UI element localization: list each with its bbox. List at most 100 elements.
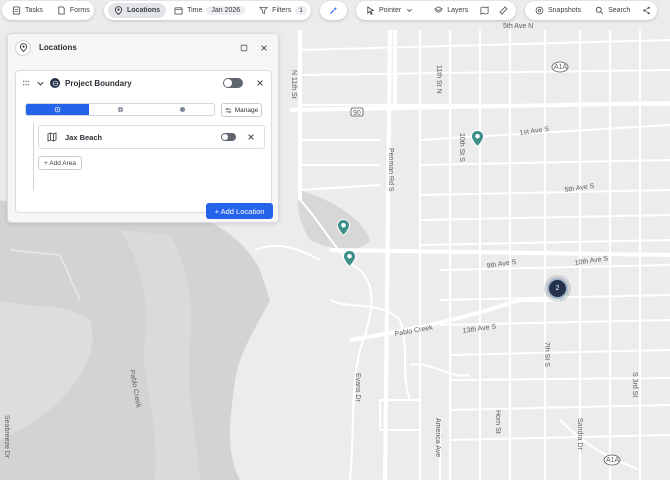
- time-label: Time: [187, 7, 203, 14]
- close-icon: [261, 44, 267, 51]
- location-icon: [15, 39, 31, 56]
- manage-button[interactable]: Manage: [221, 103, 262, 117]
- toolbar-group-work: Tasks Forms: [2, 1, 94, 20]
- remove-boundary-button[interactable]: [255, 78, 265, 88]
- sparkle-wand-icon: [329, 6, 338, 15]
- locations-panel: Locations Project Boundary Manage Jax Be…: [7, 33, 279, 223]
- tasks-label: Tasks: [25, 7, 43, 14]
- document-icon: [58, 6, 65, 15]
- collapse-panel-button[interactable]: [237, 41, 251, 55]
- area-title: Jax Beach: [65, 132, 103, 142]
- time-value[interactable]: Jan 2026: [206, 6, 246, 15]
- segment-dot[interactable]: [151, 104, 214, 115]
- sliders-icon: [225, 107, 232, 113]
- filters-label: Filters: [272, 7, 292, 14]
- search-icon: [595, 6, 604, 15]
- locations-button[interactable]: Locations: [108, 3, 167, 18]
- close-icon: [257, 80, 263, 86]
- street-label: Horn St: [494, 410, 501, 434]
- cluster-count: 2: [555, 285, 560, 292]
- layers-button[interactable]: Layers: [428, 3, 474, 18]
- checklist-icon: [12, 6, 21, 15]
- measure-button[interactable]: [495, 3, 512, 18]
- map-icon: [47, 132, 57, 142]
- add-location-label: + Add Location: [214, 206, 265, 216]
- street-label: 7th St S: [543, 342, 550, 367]
- area-visibility-toggle[interactable]: [221, 133, 236, 141]
- street-label: Seabreeze Dr: [3, 415, 10, 459]
- snapshots-label: Snapshots: [548, 7, 582, 14]
- geometry-type-segmented-control: [25, 103, 215, 116]
- marker-cluster[interactable]: 2: [547, 278, 568, 299]
- chevron-down-icon[interactable]: [36, 79, 45, 88]
- top-toolbar: Tasks Forms Locations Time Jan 2026 Filt…: [0, 0, 670, 22]
- globe-icon: [50, 78, 60, 88]
- grid-globe-icon: [117, 106, 123, 113]
- street-label: Evans Dr: [354, 373, 361, 402]
- drag-handle-icon[interactable]: [22, 79, 30, 87]
- location-pin-icon[interactable]: [471, 130, 484, 147]
- locations-label: Locations: [127, 7, 161, 14]
- street-label: N 11th St: [290, 70, 297, 99]
- segment-zone[interactable]: [89, 104, 152, 115]
- location-pin-icon[interactable]: [343, 250, 356, 267]
- forms-label: Forms: [69, 7, 90, 14]
- add-location-button[interactable]: + Add Location: [206, 203, 273, 219]
- filter-icon: [259, 6, 269, 15]
- layers-icon: [434, 6, 444, 13]
- close-icon: [248, 134, 254, 140]
- forms-button[interactable]: Forms: [51, 3, 96, 18]
- remove-area-button[interactable]: [246, 132, 256, 142]
- calendar-icon: [174, 7, 183, 15]
- toolbar-group-share: Snapshots Search: [525, 1, 657, 20]
- svg-text:90: 90: [353, 110, 361, 117]
- minimize-square-icon: [240, 44, 248, 51]
- cursor-icon: [367, 6, 375, 15]
- panel-title: Locations: [39, 43, 77, 52]
- close-panel-button[interactable]: [257, 41, 271, 55]
- toolbar-group-magic: [320, 1, 347, 20]
- highway-shield: A1A: [551, 61, 569, 73]
- tree-connector: [33, 123, 34, 191]
- toolbar-group-view: Locations Time Jan 2026 Filters 1: [104, 1, 311, 20]
- boundary-title: Project Boundary: [65, 78, 132, 88]
- map-icon: [480, 6, 489, 15]
- add-area-label: + Add Area: [44, 159, 76, 167]
- add-area-button[interactable]: + Add Area: [38, 156, 82, 170]
- tasks-button[interactable]: Tasks: [6, 3, 49, 18]
- project-boundary-card: Project Boundary Manage Jax Beach + Add …: [15, 70, 272, 213]
- share-button[interactable]: [638, 3, 655, 18]
- ai-button[interactable]: [326, 3, 341, 18]
- layers-label: Layers: [447, 7, 469, 14]
- pointer-label: Pointer: [379, 7, 402, 14]
- search-label: Search: [608, 7, 631, 14]
- toolbar-group-tools: Pointer Layers: [356, 1, 516, 20]
- manage-label: Manage: [234, 106, 259, 114]
- boundary-visibility-toggle[interactable]: [223, 78, 243, 88]
- location-pin-icon[interactable]: [337, 219, 350, 236]
- panel-header: Locations: [8, 34, 278, 61]
- target-icon: [54, 106, 61, 113]
- street-label: America Ave: [434, 418, 441, 457]
- highway-shield: A1A: [603, 454, 621, 466]
- filters-button[interactable]: Filters 1: [253, 3, 313, 18]
- share-icon: [643, 6, 651, 15]
- boundary-row: Project Boundary: [16, 71, 271, 95]
- svg-text:A1A: A1A: [606, 457, 620, 464]
- filters-count-badge: 1: [295, 6, 307, 15]
- search-button[interactable]: Search: [589, 3, 636, 18]
- svg-text:A1A: A1A: [554, 64, 568, 71]
- street-label: 10th St S: [458, 133, 465, 162]
- street-label: Penman Rd S: [387, 148, 394, 192]
- basemap-button[interactable]: [476, 3, 493, 18]
- segment-draw[interactable]: [26, 104, 89, 115]
- aperture-icon: [535, 6, 544, 15]
- snapshots-button[interactable]: Snapshots: [529, 3, 587, 18]
- time-button[interactable]: Time Jan 2026: [168, 3, 251, 18]
- ruler-icon: [499, 6, 508, 15]
- chevron-down-icon: [407, 8, 413, 13]
- area-item[interactable]: Jax Beach: [38, 125, 265, 149]
- street-label: 11th St N: [435, 65, 442, 94]
- street-label: S 3rd St: [631, 372, 638, 397]
- pointer-dropdown[interactable]: Pointer: [360, 3, 420, 18]
